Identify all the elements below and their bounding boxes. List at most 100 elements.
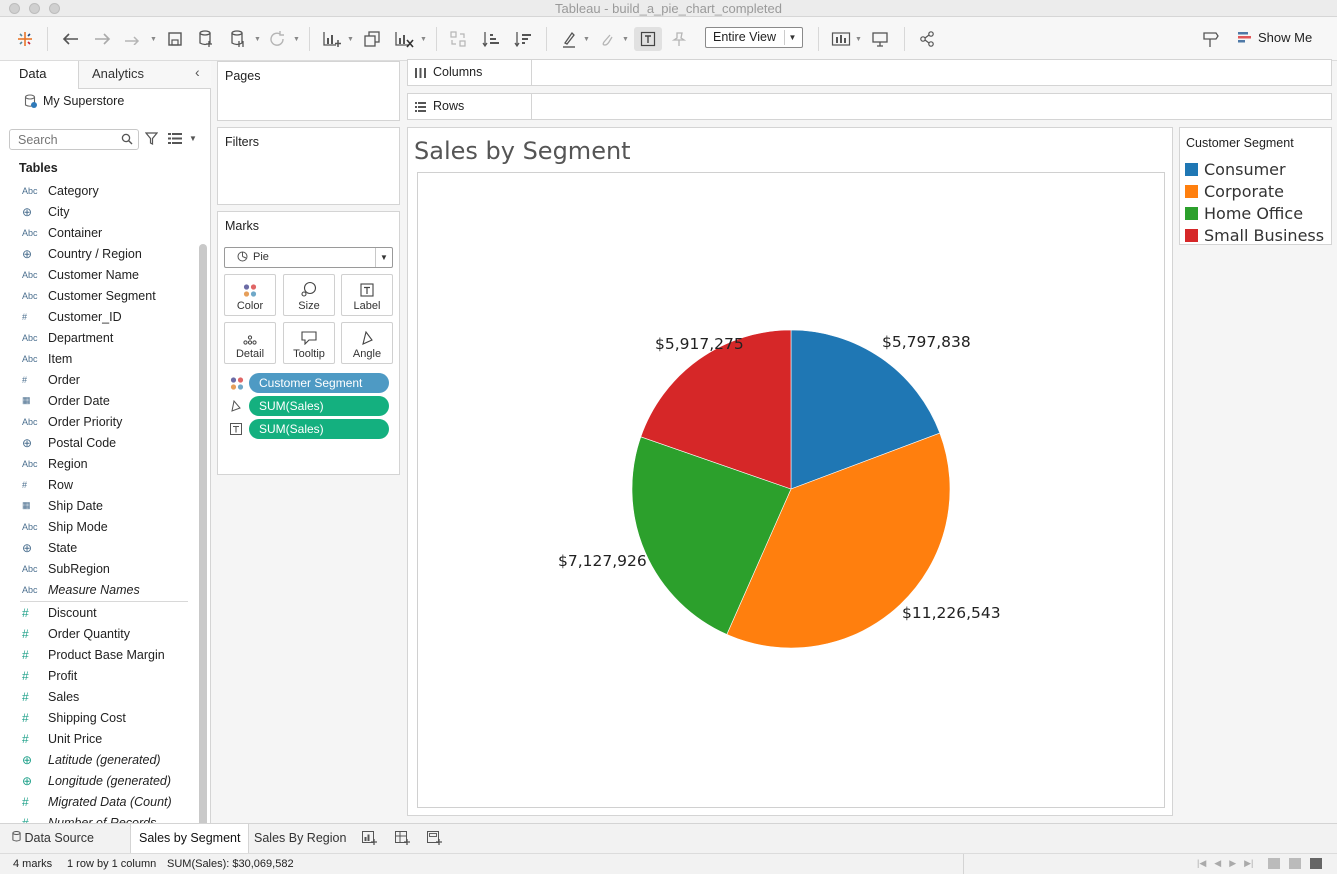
redo-icon[interactable] (91, 27, 113, 51)
tooltip-button[interactable]: Tooltip (283, 322, 335, 364)
new-worksheet-icon[interactable] (320, 27, 344, 51)
search-input[interactable] (18, 130, 118, 149)
tab-analytics[interactable]: Analytics (92, 66, 144, 81)
field-shipping-cost[interactable]: # Shipping Cost (0, 707, 197, 728)
highlight-caret[interactable]: ▼ (583, 36, 590, 43)
field-ship-date[interactable]: ▦ Ship Date (0, 495, 197, 516)
field-profit[interactable]: # Profit (0, 665, 197, 686)
show-cards-icon[interactable] (830, 27, 852, 51)
new-story-tab-icon[interactable] (427, 831, 442, 848)
field-category[interactable]: Abc Category (0, 180, 197, 201)
customer-segment-pill[interactable]: Customer Segment (249, 373, 389, 393)
datasource-item[interactable]: My Superstore (24, 94, 124, 108)
share-icon[interactable] (916, 27, 938, 51)
columns-shelf[interactable]: Columns (407, 59, 1332, 86)
swap-rows-columns-icon[interactable] (447, 27, 469, 51)
pause-updates-icon[interactable] (227, 27, 249, 51)
last-sheet-icon[interactable]: ▶| (1244, 858, 1253, 869)
sort-ascending-icon[interactable] (480, 27, 502, 51)
filmstrip-icon[interactable] (1289, 858, 1301, 869)
save-icon[interactable] (164, 27, 186, 51)
field-region[interactable]: Abc Region (0, 453, 197, 474)
tableau-logo-icon[interactable] (14, 27, 36, 51)
collapse-pane-icon[interactable]: ‹ (195, 64, 200, 80)
field-city[interactable]: ⊕ City (0, 201, 197, 222)
field-row[interactable]: # Row (0, 474, 197, 495)
group-members-icon[interactable] (596, 27, 618, 51)
highlight-icon[interactable] (558, 27, 580, 51)
field-ship-mode[interactable]: Abc Ship Mode (0, 516, 197, 537)
tabs-view-icon[interactable] (1310, 858, 1322, 869)
field-customer-id[interactable]: # Customer_ID (0, 306, 197, 327)
show-cards-caret[interactable]: ▼ (855, 36, 862, 43)
field-container[interactable]: Abc Container (0, 222, 197, 243)
field-number-of-records[interactable]: # Number of Records (0, 812, 197, 824)
next-sheet-icon[interactable]: ▶ (1229, 858, 1236, 869)
field-state[interactable]: ⊕ State (0, 537, 197, 558)
prev-sheet-icon[interactable]: ◀ (1214, 858, 1221, 869)
legend-item-corporate[interactable]: Corporate (1185, 182, 1284, 201)
tab-sales-by-region[interactable]: Sales By Region (246, 824, 354, 853)
field-measure-names[interactable]: Abc Measure Names (0, 579, 197, 600)
view-list-icon[interactable] (168, 133, 182, 147)
rows-shelf[interactable]: Rows (407, 93, 1332, 120)
field-order-date[interactable]: ▦ Order Date (0, 390, 197, 411)
clear-sheet-icon[interactable] (392, 27, 416, 51)
pause-dropdown-caret[interactable]: ▼ (254, 36, 261, 43)
refresh-icon[interactable] (266, 27, 288, 51)
field-migrated-data-count[interactable]: # Migrated Data (Count) (0, 791, 197, 812)
field-department[interactable]: Abc Department (0, 327, 197, 348)
field-item[interactable]: Abc Item (0, 348, 197, 369)
pages-shelf[interactable]: Pages (217, 61, 400, 121)
refresh-dropdown-caret[interactable]: ▼ (293, 36, 300, 43)
new-worksheet-tab-icon[interactable] (362, 831, 377, 848)
size-button[interactable]: Size (283, 274, 335, 316)
field-order-priority[interactable]: Abc Order Priority (0, 411, 197, 432)
field-postal-code[interactable]: ⊕ Postal Code (0, 432, 197, 453)
sheet-sorter-icon[interactable] (1268, 858, 1280, 869)
show-me-button[interactable]: Show Me (1238, 30, 1312, 45)
field-search-box[interactable] (9, 129, 139, 150)
legend-item-home-office[interactable]: Home Office (1185, 204, 1303, 223)
show-mark-labels-icon[interactable] (637, 27, 659, 51)
first-sheet-icon[interactable]: |◀ (1197, 858, 1206, 869)
duplicate-sheet-icon[interactable] (361, 27, 383, 51)
new-worksheet-caret[interactable]: ▼ (347, 36, 354, 43)
group-caret[interactable]: ▼ (622, 36, 629, 43)
filters-shelf[interactable]: Filters (217, 127, 400, 205)
legend-item-small-business[interactable]: Small Business (1185, 226, 1324, 245)
tab-sales-by-segment[interactable]: Sales by Segment (130, 824, 250, 853)
mark-type-select[interactable]: Pie ▼ (224, 247, 393, 268)
new-dashboard-tab-icon[interactable] (395, 831, 410, 848)
clear-sheet-caret[interactable]: ▼ (420, 36, 427, 43)
field-subregion[interactable]: Abc SubRegion (0, 558, 197, 579)
presentation-mode-icon[interactable] (869, 27, 891, 51)
field-customer-segment[interactable]: Abc Customer Segment (0, 285, 197, 306)
detail-button[interactable]: Detail (224, 322, 276, 364)
filter-icon[interactable] (144, 132, 159, 148)
sum-sales-label-pill[interactable]: SUM(Sales) (249, 419, 389, 439)
view-list-caret[interactable]: ▼ (189, 134, 197, 143)
new-data-source-icon[interactable] (195, 27, 217, 51)
field-longitude-generated[interactable]: ⊕ Longitude (generated) (0, 770, 197, 791)
angle-button[interactable]: Angle (341, 322, 393, 364)
sort-descending-icon[interactable] (512, 27, 534, 51)
sum-sales-angle-pill[interactable]: SUM(Sales) (249, 396, 389, 416)
field-unit-price[interactable]: # Unit Price (0, 728, 197, 749)
field-country-region[interactable]: ⊕ Country / Region (0, 243, 197, 264)
field-list-scrollbar[interactable] (199, 244, 207, 840)
field-order-quantity[interactable]: # Order Quantity (0, 623, 197, 644)
field-customer-name[interactable]: Abc Customer Name (0, 264, 197, 285)
sheet-navigation[interactable]: |◀ ◀ ▶ ▶| (1197, 858, 1253, 869)
fit-view-select[interactable]: Entire View ▼ (705, 27, 803, 48)
field-product-base-margin[interactable]: # Product Base Margin (0, 644, 197, 665)
tab-data[interactable]: Data (0, 61, 79, 89)
color-button[interactable]: Color (224, 274, 276, 316)
field-latitude-generated[interactable]: ⊕ Latitude (generated) (0, 749, 197, 770)
fix-axes-icon[interactable] (668, 27, 690, 51)
label-button[interactable]: Label (341, 274, 393, 316)
field-discount[interactable]: # Discount (0, 602, 197, 623)
replay-icon[interactable] (121, 27, 145, 51)
field-sales[interactable]: # Sales (0, 686, 197, 707)
worksheet-title[interactable]: Sales by Segment (414, 137, 631, 165)
